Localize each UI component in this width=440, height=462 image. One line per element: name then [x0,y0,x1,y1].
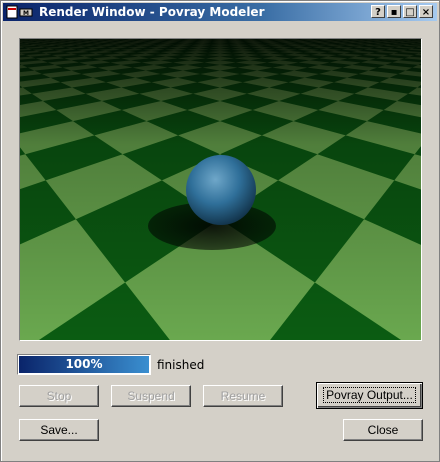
rendered-image [20,39,421,340]
window-title: Render Window - Povray Modeler [39,5,265,19]
povray-output-button[interactable]: Povray Output... [316,382,423,409]
minimize-button[interactable]: ▪ [387,5,401,18]
app-icon[interactable]: M [6,4,34,20]
render-status: finished [157,358,205,372]
blue-sphere [186,155,256,225]
svg-text:M: M [23,10,29,17]
render-progress-bar: 100% [17,354,151,375]
progress-percent: 100% [65,357,103,371]
render-viewport [19,38,422,341]
render-window: M Render Window - Povray Modeler ? ▪ □ × [0,0,440,462]
suspend-button[interactable]: Suspend [111,385,191,407]
povray-output-label: Povray Output... [323,387,416,403]
close-button[interactable]: Close [343,419,423,441]
help-button[interactable]: ? [371,5,385,18]
close-window-button[interactable]: × [419,5,433,18]
save-button[interactable]: Save... [19,419,99,441]
stop-button[interactable]: Stop [19,385,99,407]
maximize-button[interactable]: □ [403,5,417,18]
resume-button[interactable]: Resume [203,385,283,407]
title-bar[interactable]: M Render Window - Povray Modeler ? ▪ □ × [3,3,437,21]
